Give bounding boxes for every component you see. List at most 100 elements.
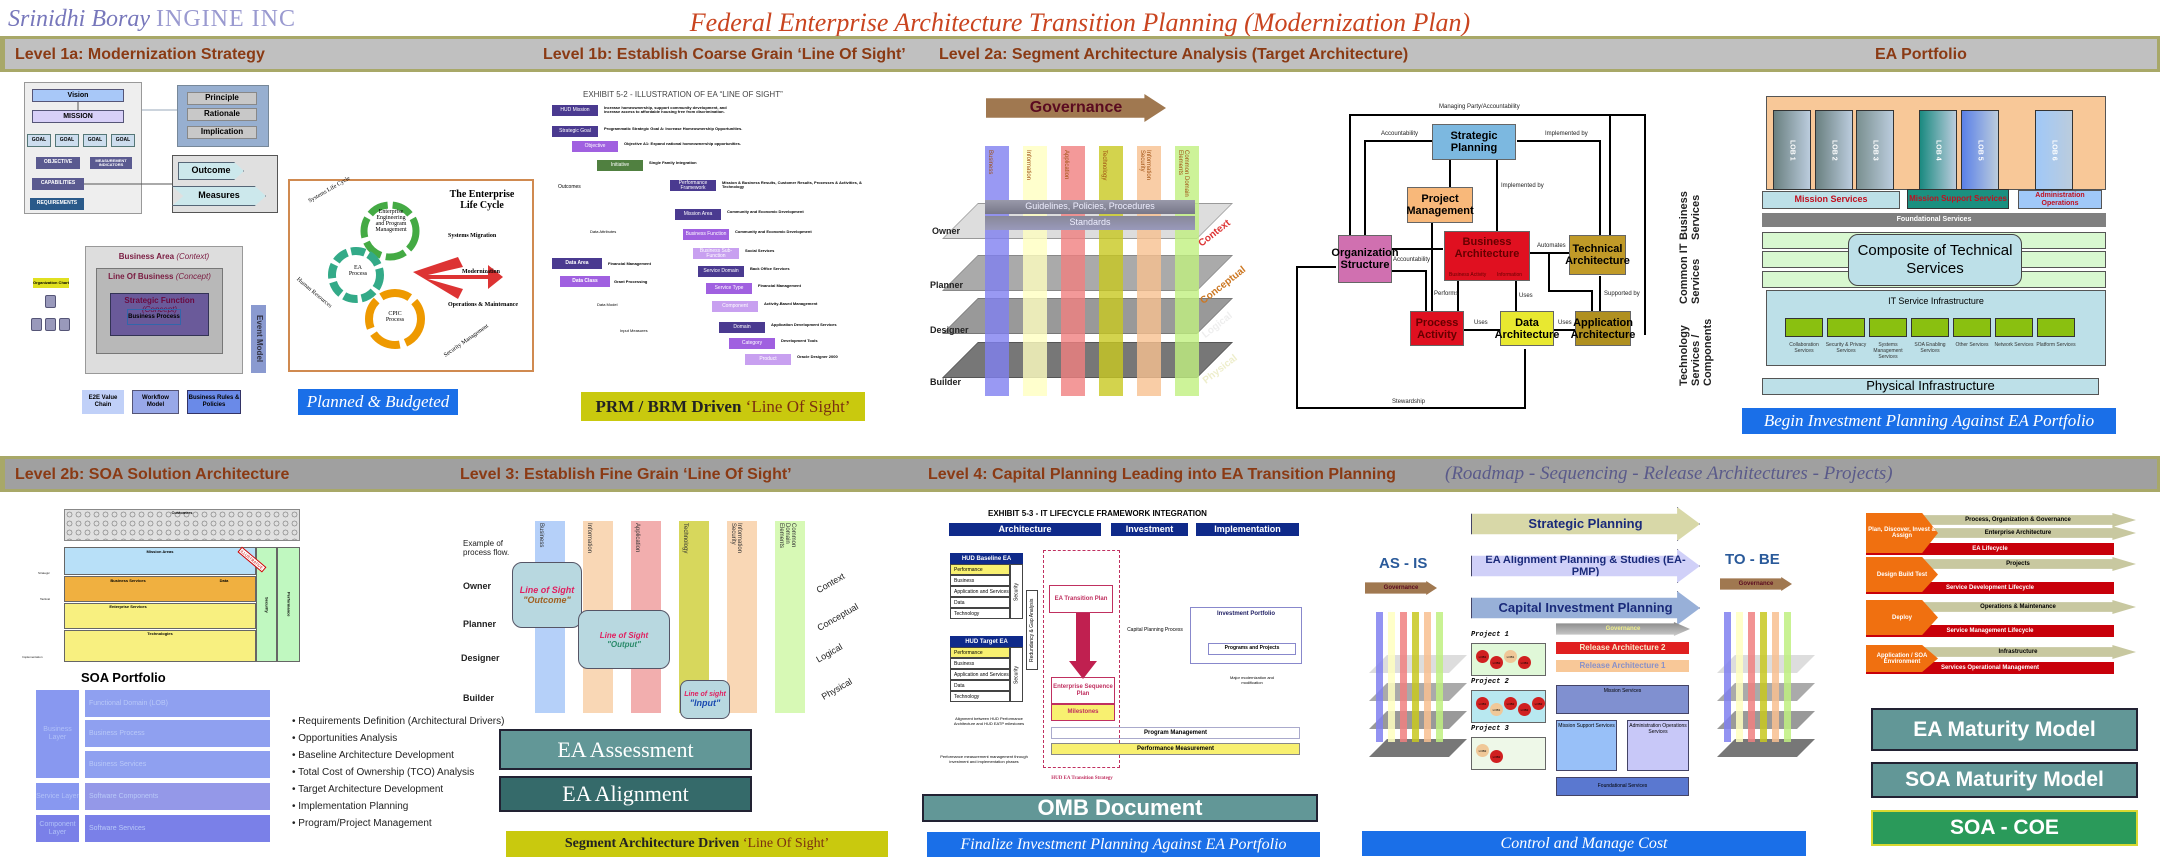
soa-portfolio-title: SOA Portfolio [81, 670, 166, 685]
fg-column-label: Technology [682, 523, 688, 554]
business-area-label: Business Area [118, 252, 175, 261]
segment-column-label: Application [1063, 150, 1069, 180]
outcome-bubble: Line of Sight "Outcome" [512, 562, 582, 628]
mini-column [1724, 612, 1731, 742]
los-box: Domain [719, 322, 765, 333]
standards-band: Standards [985, 216, 1195, 230]
workflow-box: Workflow Model [132, 390, 179, 414]
mini-column [1400, 612, 1407, 742]
los-box: Strategic Goal [552, 126, 598, 137]
functional-domain-row: Functional Domain (LOB) [85, 690, 270, 717]
enterprise-services-label: Enterprise Services [109, 604, 147, 609]
level-implementation: Implementation [22, 655, 43, 659]
exhibit-5-3-title: EXHIBIT 5-3 - IT LIFECYCLE FRAMEWORK INT… [988, 509, 1207, 518]
business-process-box: Business Process [127, 309, 181, 325]
omb-document-box: OMB Document [922, 794, 1318, 822]
ea-alignment-arrow: EA Alignment Planning & Studies (EA-PMP) [1471, 549, 1700, 583]
data-label: Data [219, 578, 229, 583]
los-box: Category [729, 338, 775, 349]
milestones-box: Milestones [1051, 704, 1115, 721]
data-class-box: Data Class [560, 276, 610, 287]
side-technology: Technology Services / Components [1678, 318, 1714, 386]
modernization-label: Modernization [462, 269, 500, 275]
programs-projects-box: Programs and Projects [1208, 643, 1296, 655]
edge-supported: Supported by [1604, 291, 1640, 297]
alignment-note: Alignment between HUD Performance Archit… [953, 716, 1025, 726]
mini-column [1784, 612, 1791, 742]
level-tactical: Tactical [40, 597, 51, 601]
soa-bullet-item: Implementation Planning [292, 801, 504, 812]
los-text: Social Services [745, 248, 775, 253]
ea-table-row: Application and Services [950, 669, 1010, 680]
lifecycle-arrow-band: Process, Organization & Governance [1900, 513, 2136, 527]
project-box: LOB1 LOB2 LOB1 LOB1 [1471, 643, 1546, 676]
component-layer: Component Layer [36, 815, 79, 842]
lob-circle: LOB2 [1518, 703, 1531, 716]
mini-column [1436, 612, 1443, 742]
tech-service-label: SOA Enabling Services [1914, 342, 1946, 354]
los-text: Increase homeownership, support communit… [604, 105, 727, 115]
soa-bullet-list: Requirements Definition (Architectural D… [292, 716, 504, 835]
los-text: Objective A1: Expand national homeowners… [624, 141, 741, 146]
lob-column: LOB 2 [1815, 110, 1853, 190]
ops-label: Operations & Maintenance [448, 302, 518, 308]
ea-assessment-box: EA Assessment [499, 729, 752, 770]
los-box: Product [745, 354, 791, 365]
soa-bullet-item: Opportunities Analysis [292, 733, 504, 744]
release-architecture-2: Release Architecture 2 [1556, 642, 1689, 654]
soa-coe-box: SOA - COE [1871, 810, 2138, 846]
service-layer: Service Layer [36, 783, 79, 810]
mission-areas-label: Mission Areas [146, 549, 174, 554]
side-common-it: Common IT Services [1678, 243, 1702, 305]
as-is-governance: Governance [1365, 581, 1437, 595]
tech-service-label: Network Services [1994, 342, 2034, 348]
fg-column-label: Common Domain Elements [778, 523, 796, 549]
tech-service-block [2037, 318, 2075, 337]
fg-layer-physical: Physical [819, 676, 854, 702]
security-column-label: Security [1010, 647, 1023, 702]
soa-bullet-item: Baseline Architecture Development [292, 750, 504, 761]
los-box: HUD Mission [552, 105, 598, 116]
information-label: Information [1497, 272, 1523, 278]
admin-ops-band: Administration Operations [2018, 190, 2102, 209]
input-bubble: Line of sight "Input" [680, 680, 730, 719]
fg-layer-context: Context [814, 570, 847, 596]
event-model-box: Event Model [251, 305, 266, 373]
data-area-box: Data Area [552, 258, 602, 269]
tech-service-label: Systems Management Services [1873, 342, 1903, 360]
page-title: Federal Enterprise Architecture Transiti… [689, 8, 1471, 37]
ea-table-header: HUD Target EA [950, 636, 1023, 647]
ea-table-row: Business [950, 658, 1010, 669]
los-text: Development Tools [781, 338, 818, 343]
mini-column [1748, 612, 1755, 742]
roadmap-label: (Roadmap - Sequencing - Release Architec… [1445, 463, 1893, 484]
architecture-header: Architecture [949, 523, 1101, 536]
tech-service-block [1911, 318, 1949, 337]
los-box: Business Function [683, 229, 729, 240]
lifecycle-title: The Enterprise Life Cycle [449, 189, 515, 211]
lob-circle: LOB2 [1490, 750, 1503, 763]
los-text: Financial Management [758, 283, 801, 288]
physical-infra-band: Physical Infrastructure [1762, 378, 2099, 395]
los-box: Mission Area [675, 209, 721, 220]
los-text: Programmatic Strategic Goal A: Increase … [604, 126, 743, 131]
gap-analysis-label: Redundancy & Gap Analysis [1026, 590, 1038, 670]
customers-label: Customers [171, 510, 193, 515]
performance-note: Performance measurement management throu… [940, 754, 1028, 764]
edge-automates: Automates [1537, 243, 1566, 249]
segment-column-label: Information Security [1139, 150, 1151, 181]
los-text: Community and Economic Development [727, 209, 804, 214]
mini-column [1388, 612, 1395, 742]
capital-investment-arrow: Capital Investment Planning [1471, 591, 1700, 625]
lob-circle: LOB2 [1490, 656, 1503, 669]
role-owner: Owner [932, 226, 961, 236]
los-box: Component [712, 301, 758, 312]
segment-column-label: Common Domain Elements [1177, 150, 1189, 197]
ea-table-row: Performance [950, 564, 1010, 575]
mini-column [1376, 612, 1383, 742]
process-activity-node: Process Activity [1410, 311, 1464, 346]
security-column-label: Security [1010, 564, 1023, 619]
edge-uses-2: Uses [1474, 320, 1488, 326]
data-area-text: Financial Management [608, 261, 651, 266]
lob-circle: LOB2 [1476, 744, 1489, 757]
